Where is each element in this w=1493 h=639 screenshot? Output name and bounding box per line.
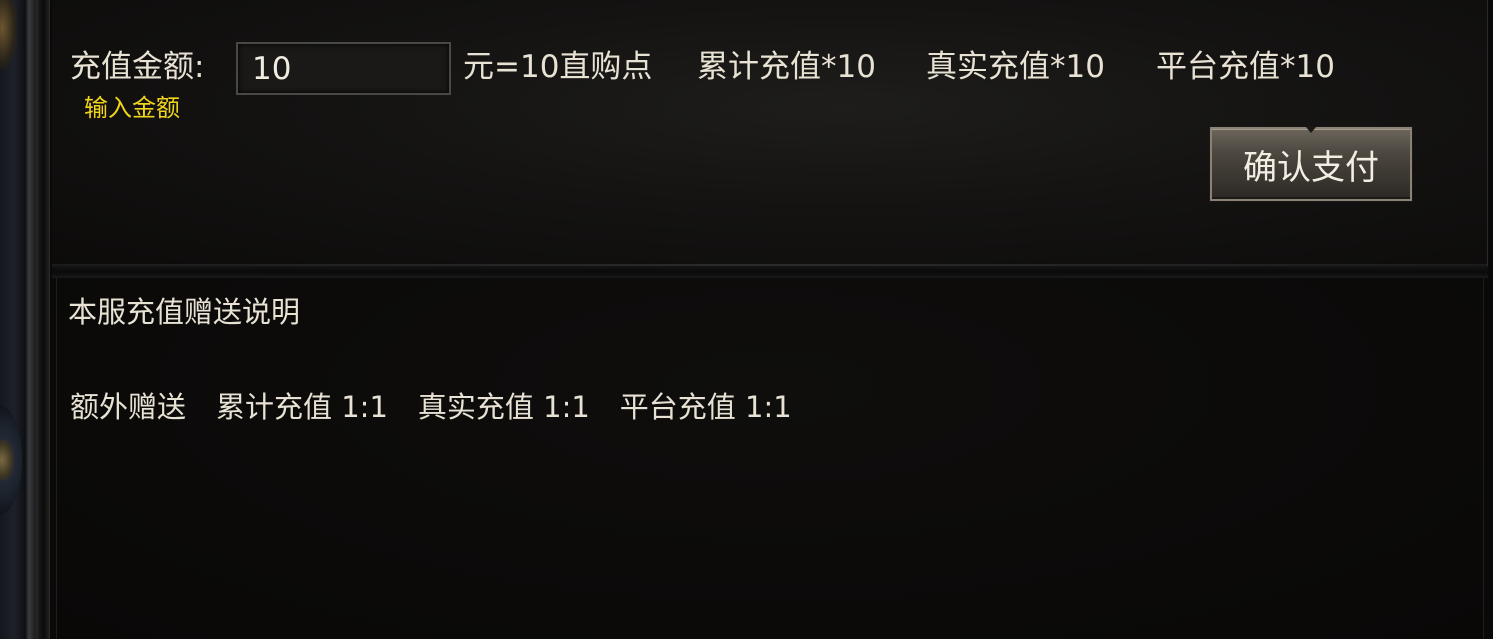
confirm-payment-label: 确认支付 xyxy=(1243,147,1379,188)
decorative-orb-top xyxy=(0,0,18,70)
side-decoration xyxy=(0,0,36,639)
decorative-orb-highlight xyxy=(0,440,14,480)
confirm-payment-button[interactable]: 确认支付 xyxy=(1210,127,1412,201)
real-recharge-text: 真实充值*10 xyxy=(926,49,1105,85)
bonus-platform: 平台充值 1:1 xyxy=(619,390,792,424)
panel-divider xyxy=(52,266,1488,278)
description-panel xyxy=(56,278,1484,639)
bonus-row: 额外赠送 累计充值 1:1 真实充值 1:1 平台充值 1:1 xyxy=(70,393,792,422)
bonus-cumulative: 累计充值 1:1 xyxy=(216,390,388,424)
rate-text: 元=10直购点 xyxy=(463,49,653,85)
cumulative-recharge-text: 累计充值*10 xyxy=(697,49,876,85)
frame-border xyxy=(36,0,50,639)
amount-input[interactable] xyxy=(236,42,451,95)
recharge-window: 充值金额: 输入金额 元=10直购点 累计充值*10 真实充值*10 平台充值*… xyxy=(0,0,1493,639)
bonus-label: 额外赠送 xyxy=(70,390,187,424)
platform-recharge-text: 平台充值*10 xyxy=(1156,49,1335,85)
bonus-real: 真实充值 1:1 xyxy=(417,390,590,424)
amount-label: 充值金额: xyxy=(70,49,205,85)
amount-hint: 输入金额 xyxy=(84,94,180,122)
description-title: 本服充值赠送说明 xyxy=(68,295,301,329)
